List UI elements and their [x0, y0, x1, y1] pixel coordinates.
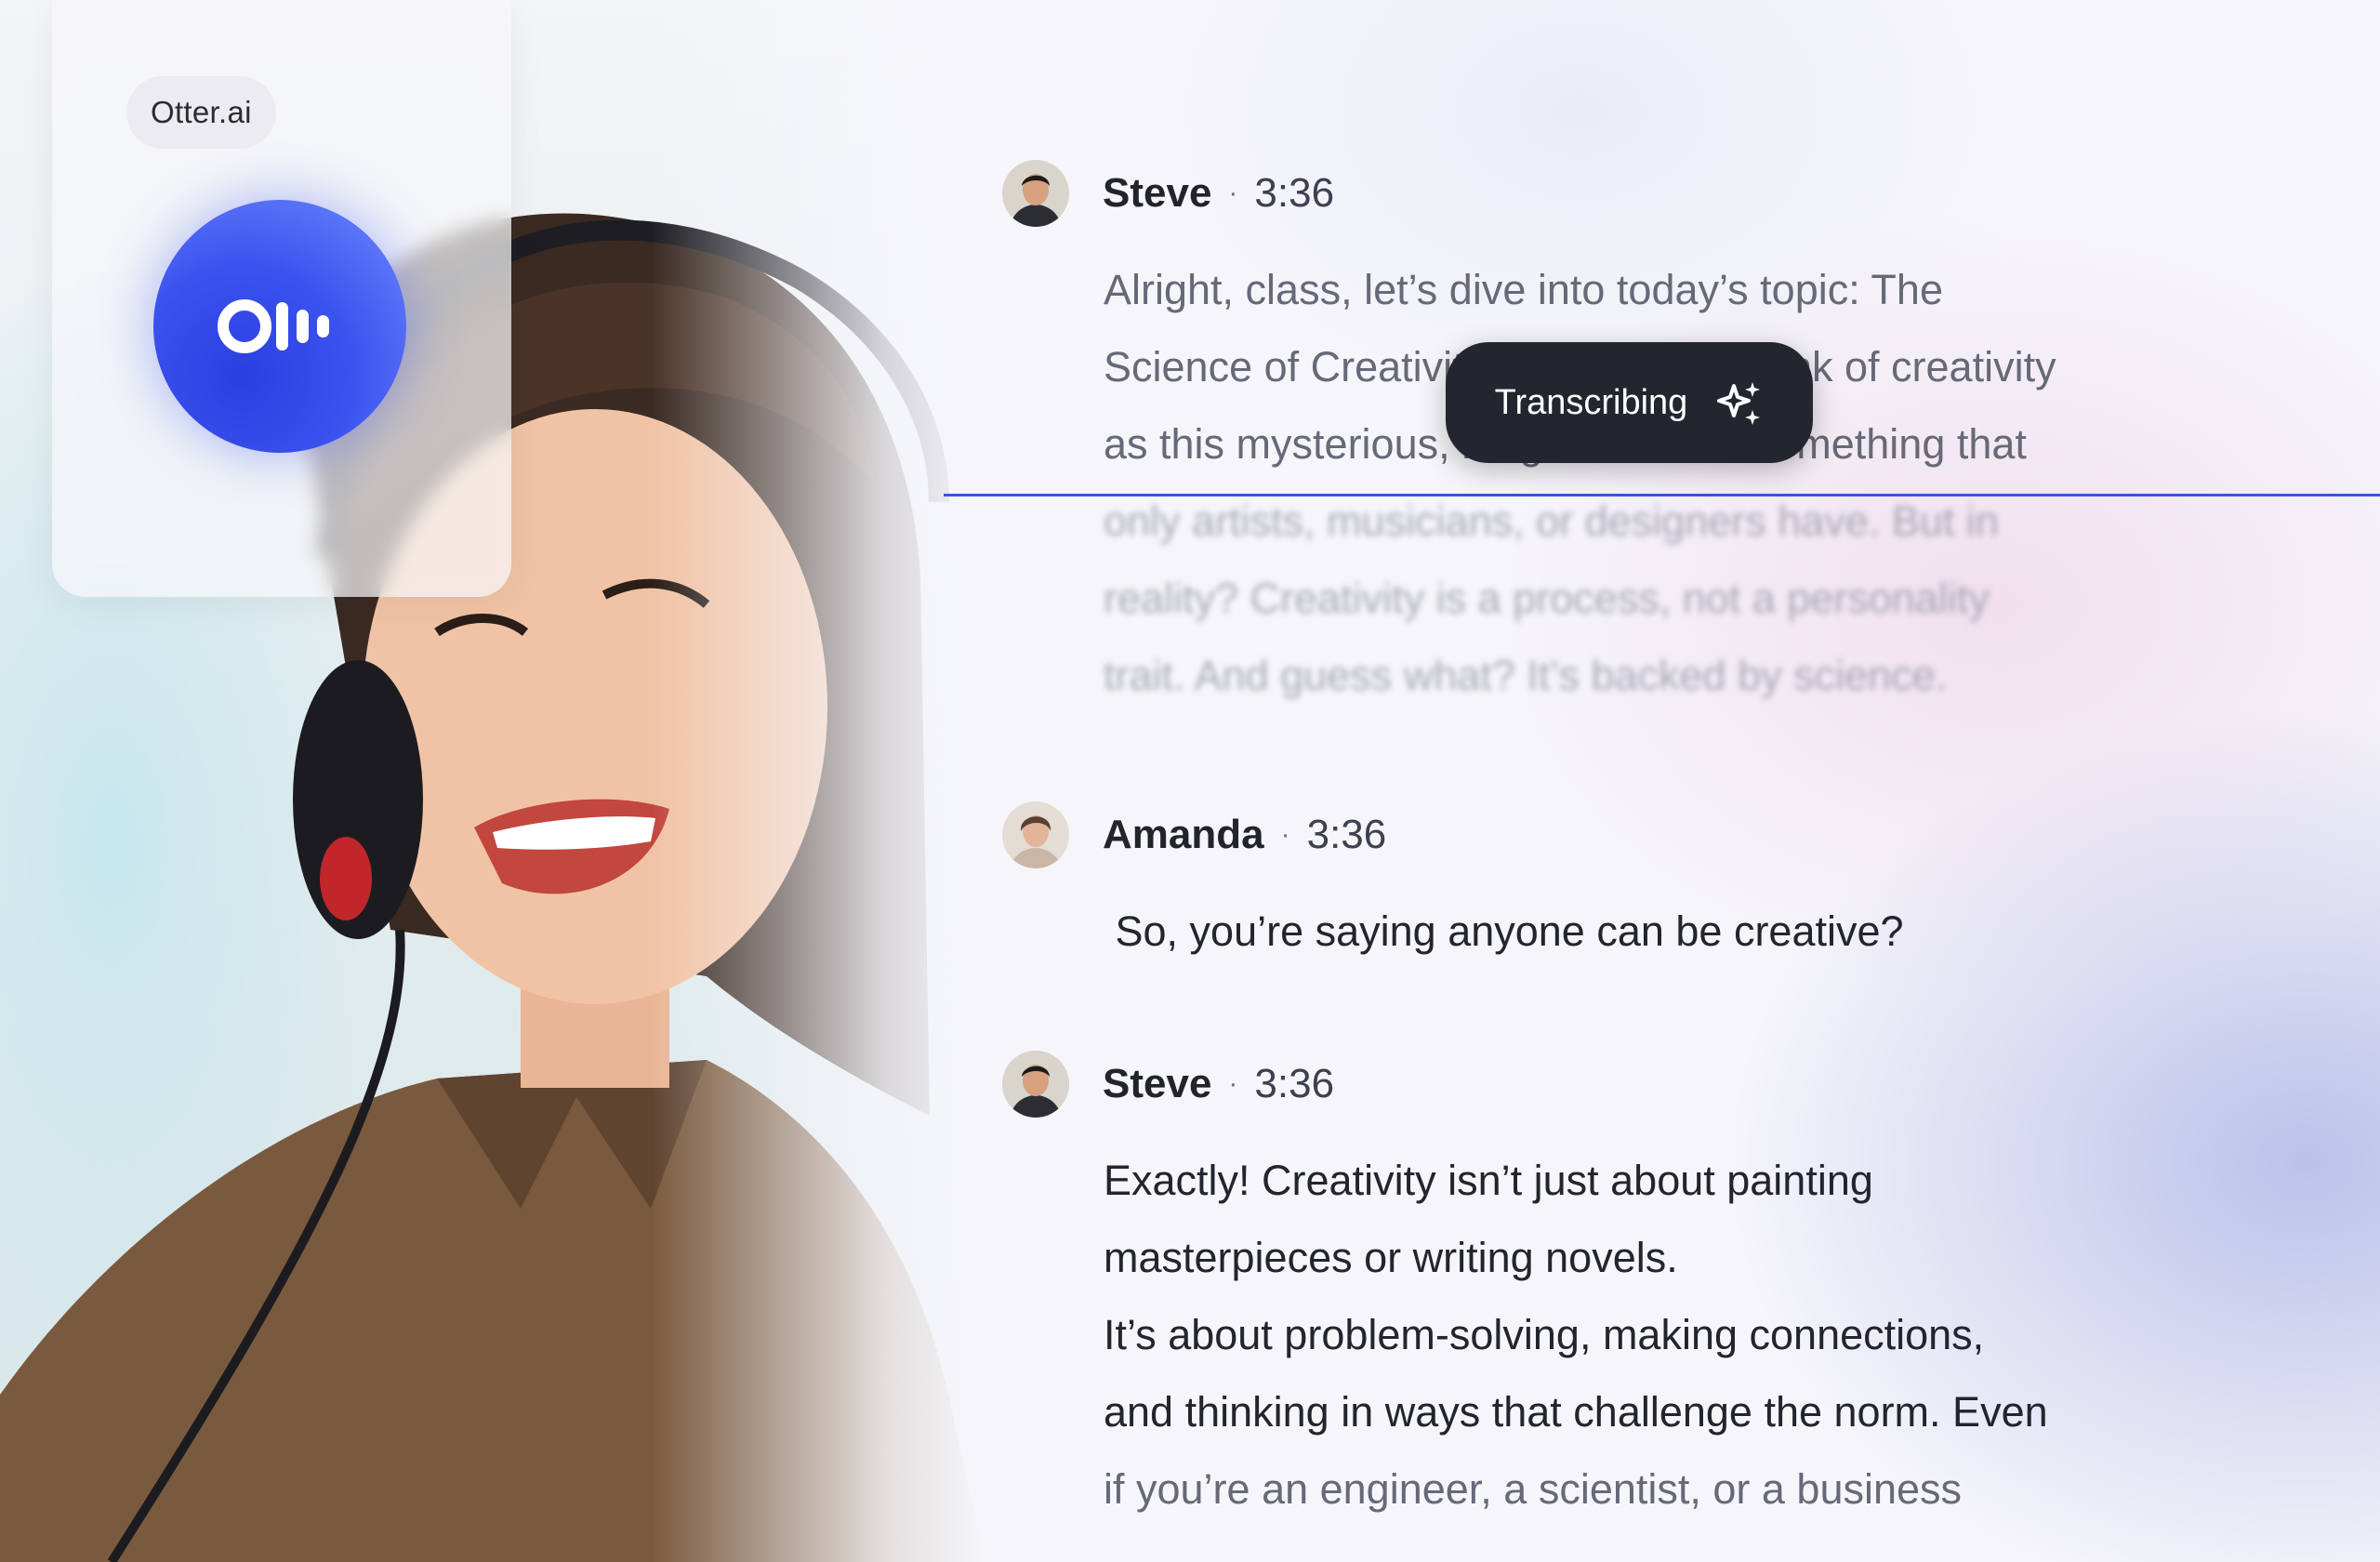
transcript-message: Amanda · 3:36 So, you’re saying anyone c…: [1002, 800, 2322, 970]
text-line: trait. And guess what? It’s backed by sc…: [1104, 652, 1948, 699]
timestamp: 3:36: [1306, 812, 1387, 857]
timestamp: 3:36: [1254, 1061, 1335, 1106]
photo-fade-overlay: [651, 0, 985, 1562]
message-text: Alright, class, let’s dive into today’s …: [1104, 251, 2322, 714]
text-line: So, you’re saying anyone can be creative…: [1104, 907, 1904, 955]
sparkle-icon: [1717, 382, 1761, 425]
text-line: It’s about problem-solving, making conne…: [1104, 1311, 1985, 1358]
otter-logo-button[interactable]: [153, 200, 406, 453]
text-line: reality? Creativity is a process, not a …: [1104, 575, 1990, 622]
transcript-message: Steve · 3:36 Exactly! Creativity isn’t j…: [1002, 1049, 2322, 1528]
avatar[interactable]: [1002, 1051, 1069, 1118]
separator-dot: ·: [1228, 1068, 1238, 1099]
otter-logo-icon: [218, 299, 329, 353]
message-text: So, you’re saying anyone can be creative…: [1104, 893, 2322, 970]
text-line: and thinking in ways that challenge the …: [1104, 1388, 2048, 1436]
text-line: if you’re an engineer, a scientist, or a…: [1104, 1465, 1963, 1513]
message-text: Exactly! Creativity isn’t just about pai…: [1104, 1142, 2322, 1528]
transcription-progress-line: [944, 494, 2380, 496]
text-line: Alright, class, let’s dive into today’s …: [1104, 266, 1943, 313]
avatar[interactable]: [1002, 801, 1069, 868]
brand-name: Otter.ai: [151, 95, 252, 129]
brand-pill[interactable]: Otter.ai: [126, 76, 276, 149]
avatar[interactable]: [1002, 160, 1069, 227]
separator-dot: ·: [1228, 178, 1238, 208]
message-header: Steve · 3:36: [1002, 158, 2322, 229]
text-line: masterpieces or writing novels.: [1104, 1234, 1678, 1281]
message-header: Steve · 3:36: [1002, 1049, 2322, 1119]
timestamp: 3:36: [1254, 170, 1335, 216]
transcribing-label: Transcribing: [1494, 382, 1688, 422]
separator-dot: ·: [1280, 819, 1290, 850]
speaker-name: Steve: [1103, 170, 1212, 216]
speaker-name: Steve: [1103, 1061, 1212, 1106]
transcribing-status-pill: Transcribing: [1446, 342, 1813, 463]
text-line: Exactly! Creativity isn’t just about pai…: [1104, 1157, 1873, 1204]
speaker-name: Amanda: [1103, 812, 1264, 857]
message-header: Amanda · 3:36: [1002, 800, 2322, 870]
